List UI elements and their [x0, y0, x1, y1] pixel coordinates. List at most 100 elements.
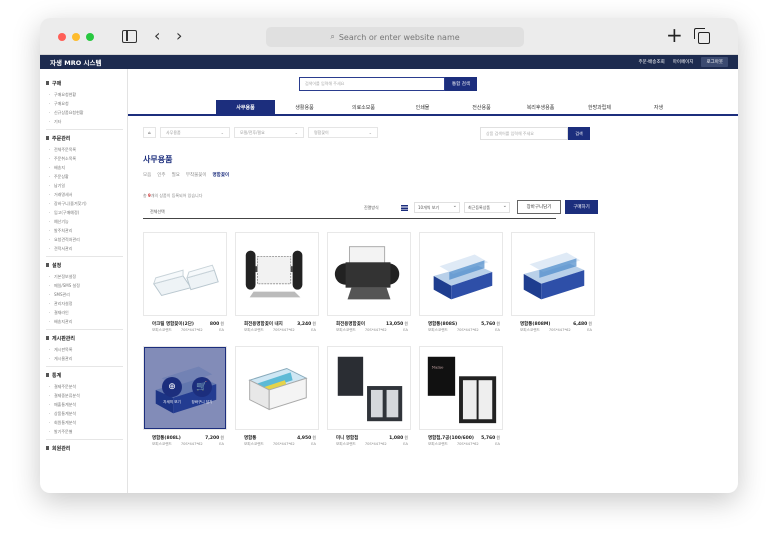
breadcrumb-select-2[interactable]: 모필/전후/필요 ⌄ [234, 127, 304, 138]
breadcrumb-select-3[interactable]: 명함꽂이 ⌄ [308, 127, 378, 138]
product-name[interactable]: 명함통 [244, 435, 256, 441]
sidebar-item[interactable]: 관리자설정 [46, 299, 127, 308]
sort-select[interactable]: 최근등록상품 [464, 202, 510, 213]
sidebar-item[interactable]: 거래명세서 [46, 190, 127, 199]
product-search-input[interactable]: 상품 검색어를 입력해 주세요 [480, 127, 568, 140]
category-tab[interactable]: 인쇄물 [393, 100, 452, 114]
product-image[interactable] [511, 232, 595, 316]
product-card[interactable]: 명함통(808M) 6,480원 모피스코랜드 70S*447*62 EA [511, 232, 595, 343]
cart-icon[interactable]: 🛒 [192, 377, 212, 397]
sidebar-item[interactable]: 배송지관리 [46, 317, 127, 326]
product-card[interactable]: 아크릴 명함꽂이(2단) 800원 모피스코랜드 70S*447*62 EA [143, 232, 227, 343]
product-card[interactable]: 회전용명함꽂이 내지 3,240원 모피스코랜드 70S*447*62 EA [235, 232, 319, 343]
sidebar-item[interactable]: 전체주문목록 [46, 145, 127, 154]
sidebar-item[interactable]: 매출통계분석 [46, 400, 127, 409]
sidebar-item[interactable]: 결제중분류분석 [46, 391, 127, 400]
category-tab[interactable]: 전산용품 [452, 100, 511, 114]
product-image[interactable]: Name [419, 346, 503, 430]
subcategory-link[interactable]: 모음 [143, 172, 151, 178]
category-tab[interactable]: 생활용품 [275, 100, 334, 114]
search-input[interactable]: 검색어를 입력해 주세요 [299, 77, 445, 91]
minimize-window-button[interactable] [72, 33, 80, 41]
sidebar-section-title[interactable]: 설정 [46, 262, 127, 269]
tab-overview-icon[interactable] [694, 28, 710, 44]
add-to-cart-button[interactable]: 장바구니담기 [517, 200, 561, 214]
sidebar-item[interactable]: 기본정보설정 [46, 272, 127, 281]
sidebar-item[interactable]: 주문상황 [46, 172, 127, 181]
product-card[interactable]: ⊕ 🛒 자세히 보기 장바구니 담기 명함통(808L) 7,200원 모피스코랜드 70S*… [143, 346, 227, 457]
sidebar-section-title[interactable]: 게시판관리 [46, 335, 127, 342]
address-bar[interactable]: ⌕ Search or enter website name [266, 27, 524, 47]
product-card[interactable]: 회전용명함꽂이 13,050원 모피스코랜드 70S*447*62 EA [327, 232, 411, 343]
product-name[interactable]: 명함첩,7공(100/600) [428, 435, 474, 441]
product-name[interactable]: 회전용명함꽂이 내지 [244, 321, 283, 327]
sidebar-item[interactable]: 발기주문별 [46, 427, 127, 436]
list-view-icon[interactable] [401, 205, 408, 211]
home-icon[interactable]: ⌂ [143, 127, 156, 138]
sidebar-item[interactable]: SMS관리 [46, 290, 127, 299]
subcategory-link[interactable]: 부착물꽂이 [186, 172, 207, 178]
product-name[interactable]: 명함통(808L) [152, 435, 181, 441]
subcategory-link[interactable]: 명함꽂이 [213, 172, 230, 178]
sidebar-item[interactable]: 발주처관리 [46, 226, 127, 235]
sidebar-item[interactable]: 견적서관리 [46, 244, 127, 253]
sidebar-item[interactable]: 요청견적처관리 [46, 235, 127, 244]
sidebar-section-title[interactable]: 구매 [46, 80, 127, 87]
sidebar-item[interactable]: 구매요청 [46, 99, 127, 108]
sidebar-section-title[interactable]: 통계 [46, 372, 127, 379]
new-tab-icon[interactable]: + [666, 25, 683, 45]
sidebar-item[interactable]: 배송지 [46, 163, 127, 172]
sidebar-section-title[interactable]: 회원관리 [46, 445, 127, 452]
category-tab[interactable]: 자생 [629, 100, 688, 114]
product-card[interactable]: Name 명함첩,7공(100/600) 5,760원 모피스코랜드 70S*447*6… [419, 346, 503, 457]
sidebar-item[interactable]: 회원통계분석 [46, 418, 127, 427]
sidebar-item[interactable]: 납기일 [46, 181, 127, 190]
sidebar-item[interactable]: 게시물관리 [46, 354, 127, 363]
logout-button[interactable]: 로그아웃 [701, 57, 728, 67]
forward-arrow-icon[interactable]: › [176, 27, 182, 45]
product-name[interactable]: 명함통(808M) [520, 321, 550, 327]
select-all-checkbox[interactable]: 전체선택 [150, 209, 165, 215]
product-image[interactable] [327, 232, 411, 316]
category-tab[interactable]: 의료소모품 [334, 100, 393, 114]
product-card[interactable]: 명함통(808S) 5,760원 모피스코랜드 70S*447*62 EA [419, 232, 503, 343]
sidebar-item[interactable]: 기타 [46, 117, 127, 126]
product-image[interactable] [235, 232, 319, 316]
product-image[interactable]: ⊕ 🛒 자세히 보기 장바구니 담기 [143, 346, 227, 430]
product-name[interactable]: 명함통(808S) [428, 321, 457, 327]
sidebar-item[interactable]: 상품통계분석 [46, 409, 127, 418]
product-search-button[interactable]: 검색 [568, 127, 590, 140]
product-image[interactable] [327, 346, 411, 430]
zoom-icon[interactable]: ⊕ [162, 377, 182, 397]
sidebar-item[interactable]: 결재라인 [46, 308, 127, 317]
sidebar-item[interactable]: 게시판목록 [46, 345, 127, 354]
sidebar-item[interactable]: 메일/SMS 설정 [46, 281, 127, 290]
sidebar-item[interactable]: 구매요청현황 [46, 90, 127, 99]
back-arrow-icon[interactable]: ‹ [154, 27, 160, 45]
sidebar-section-title[interactable]: 주문관리 [46, 135, 127, 142]
sidebar-toggle-icon[interactable] [122, 30, 137, 43]
per-page-select[interactable]: 10개씩 보기 [414, 202, 460, 213]
product-card[interactable]: 명함통 4,950원 모피스코랜드 70S*447*62 EA [235, 346, 319, 457]
sidebar-item[interactable]: 주문취소목록 [46, 154, 127, 163]
product-image[interactable] [419, 232, 503, 316]
maximize-window-button[interactable] [86, 33, 94, 41]
product-name[interactable]: 미니 명함첩 [336, 435, 358, 441]
product-name[interactable]: 아크릴 명함꽂이(2단) [152, 321, 194, 327]
site-brand[interactable]: 자생 MRO 시스템 [50, 57, 101, 67]
sidebar-item[interactable]: 임고(구매예정) [46, 208, 127, 217]
product-image[interactable] [235, 346, 319, 430]
product-card[interactable]: 미니 명함첩 1,080원 모피스코랜드 70S*447*62 EA [327, 346, 411, 457]
category-tab[interactable]: 사무용품 [216, 100, 275, 114]
buy-button[interactable]: 구매하기 [565, 200, 598, 214]
mypage-link[interactable]: 마이페이지 [673, 59, 694, 65]
category-tab[interactable]: 복리후생용품 [511, 100, 570, 114]
sidebar-item[interactable]: 장바구니(즐겨찾기) [46, 199, 127, 208]
order-tracking-link[interactable]: 주문·배송조회 [638, 59, 664, 65]
sidebar-item[interactable]: 결제주문분석 [46, 382, 127, 391]
sidebar-item[interactable]: 신규상품요청현황 [46, 108, 127, 117]
breadcrumb-select-1[interactable]: 사무용품 ⌄ [160, 127, 230, 138]
category-tab[interactable]: 한방과립제 [570, 100, 629, 114]
product-name[interactable]: 회전용명함꽂이 [336, 321, 365, 327]
search-button[interactable]: 통합 검색 [445, 77, 477, 91]
